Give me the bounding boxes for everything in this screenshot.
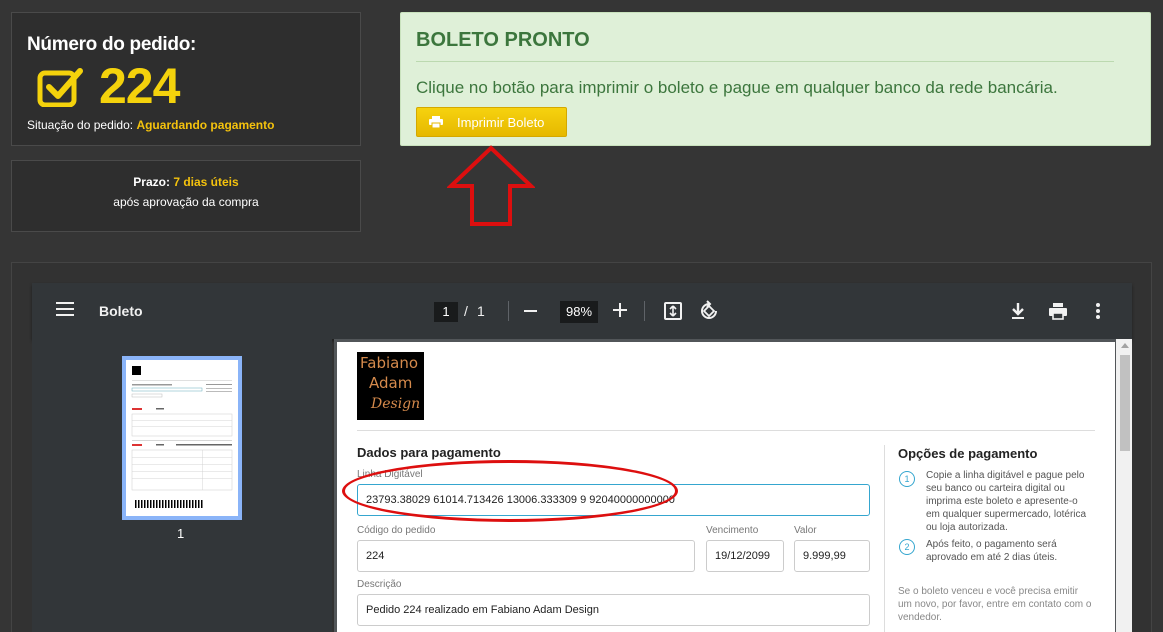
page-separator: / (464, 303, 468, 319)
print-icon[interactable] (1047, 300, 1069, 322)
amount-label: Valor (794, 525, 817, 536)
pdf-toolbar: Boleto 1 / 1 98% (32, 283, 1132, 339)
deadline-label: Prazo: (133, 175, 170, 189)
zoom-in-button[interactable] (613, 303, 627, 317)
more-options-icon[interactable] (1087, 300, 1109, 322)
pdf-scrollbar[interactable] (1116, 339, 1132, 632)
logo-line1: Fabiano (360, 354, 419, 372)
description-label: Descrição (357, 579, 402, 590)
printer-icon (429, 116, 443, 128)
order-code-field[interactable]: 224 (357, 540, 695, 572)
deadline-value: 7 dias úteis (173, 175, 239, 189)
order-status: Situação do pedido: Aguardando pagamento (27, 118, 274, 132)
toolbar-divider (644, 301, 645, 321)
deadline-note: após aprovação da compra (113, 195, 259, 209)
logo-line3: Design (371, 396, 421, 412)
menu-icon[interactable] (56, 302, 74, 316)
scroll-up-icon[interactable] (1121, 343, 1129, 348)
print-boleto-label: Imprimir Boleto (457, 114, 545, 130)
page-divider (357, 430, 1095, 431)
zoom-out-button[interactable] (524, 310, 537, 312)
thumbnail-content-icon (131, 366, 233, 508)
store-logo: Fabiano Adam Design (357, 352, 424, 420)
option-1-text: Copie a linha digitável e pague pelo seu… (926, 470, 1087, 533)
thumbnail-preview (126, 360, 238, 516)
column-divider (884, 445, 885, 632)
ready-message: Clique no botão para imprimir o boleto e… (416, 78, 1058, 97)
pdf-page: Fabiano Adam Design Dados para pagamento… (337, 342, 1115, 632)
order-card: Número do pedido: 224 Situação do pedido… (11, 12, 361, 146)
option-2-text: Após feito, o pagamento será aprovado em… (926, 539, 1058, 563)
due-date-field[interactable]: 19/12/2099 (706, 540, 784, 572)
thumbnail-page-number: 1 (177, 526, 185, 541)
page-thumbnail[interactable] (122, 356, 242, 520)
order-status-value: Aguardando pagamento (136, 118, 275, 132)
due-date-label: Vencimento (706, 525, 759, 536)
description-field[interactable]: Pedido 224 realizado em Fabiano Adam Des… (357, 594, 870, 626)
fit-page-icon[interactable] (662, 300, 684, 322)
pdf-thumbnail-sidebar: 1 (32, 339, 332, 632)
scroll-thumb[interactable] (1120, 355, 1130, 451)
pdf-page-viewport: Fabiano Adam Design Dados para pagamento… (334, 339, 1132, 632)
deadline-card: Prazo: 7 dias úteis após aprovação da co… (11, 160, 361, 232)
download-icon[interactable] (1007, 300, 1029, 322)
ready-title: BOLETO PRONTO (416, 29, 590, 51)
checkbox-checked-icon (37, 68, 83, 107)
logo-line2: Adam (369, 374, 413, 392)
annotation-circle (342, 460, 678, 522)
print-boleto-button[interactable]: Imprimir Boleto (416, 107, 567, 137)
toolbar-divider (508, 301, 509, 321)
option-2-badge: 2 (899, 539, 915, 555)
order-number: 224 (99, 58, 180, 114)
pdf-viewer: Boleto 1 / 1 98% 1 Fabiano Adam Design D… (11, 262, 1152, 632)
rotate-icon[interactable] (698, 300, 720, 322)
order-title: Número do pedido: (27, 34, 197, 55)
page-number-input[interactable]: 1 (434, 302, 458, 322)
expired-boleto-note: Se o boleto venceu e você precisa emitir… (898, 586, 1092, 623)
order-code-label: Código do pedido (357, 525, 436, 536)
annotation-arrow-icon (447, 145, 535, 226)
deadline-line: Prazo: 7 dias úteis (12, 175, 360, 189)
pdf-title: Boleto (99, 303, 143, 319)
ready-divider (416, 61, 1114, 62)
payment-options-title: Opções de pagamento (898, 446, 1038, 461)
option-1-badge: 1 (899, 471, 915, 487)
boleto-ready-panel: BOLETO PRONTO Clique no botão para impri… (400, 12, 1151, 146)
zoom-level-input[interactable]: 98% (560, 301, 598, 323)
page-total: 1 (477, 303, 485, 319)
amount-field[interactable]: 9.999,99 (794, 540, 870, 572)
payment-data-title: Dados para pagamento (357, 445, 501, 460)
order-status-label: Situação do pedido: (27, 118, 134, 132)
